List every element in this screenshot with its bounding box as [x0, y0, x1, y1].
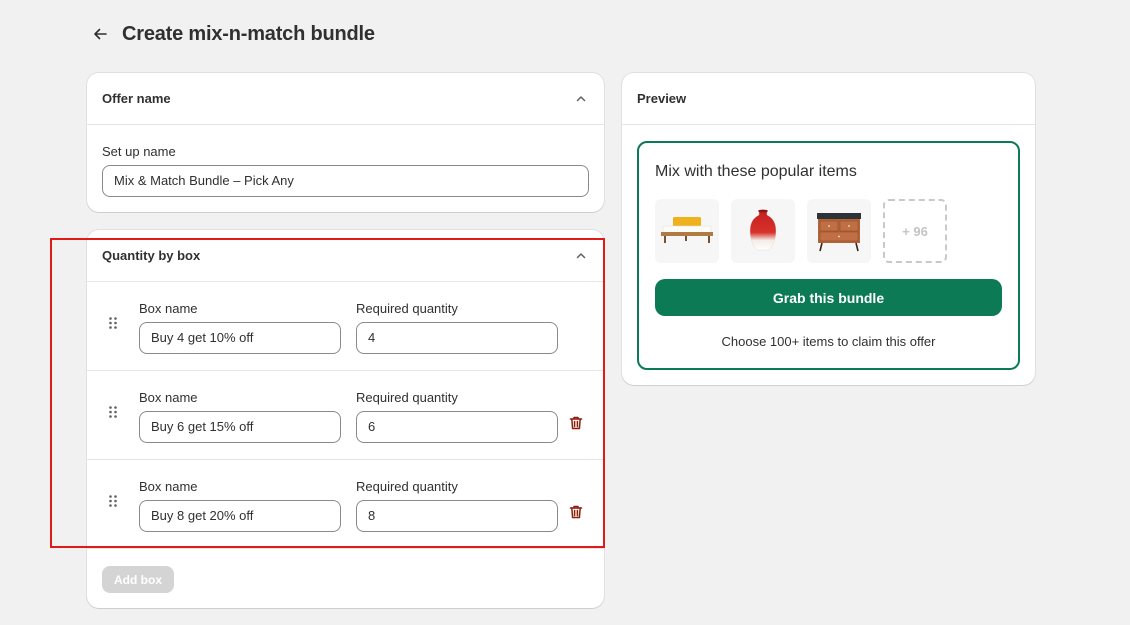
preview-card: Preview Mix with these popular items + 9…: [622, 73, 1035, 385]
quantity-card-title: Quantity by box: [102, 248, 201, 263]
drag-handle-icon[interactable]: [108, 405, 118, 419]
page-header: Create mix-n-match bundle: [88, 18, 375, 50]
required-quantity-label: Required quantity: [356, 479, 458, 494]
bundle-preview-widget: Mix with these popular items + 96 Grab t…: [637, 141, 1020, 370]
box-row: Box name Buy 6 get 15% off Required quan…: [87, 371, 604, 460]
box-name-label: Box name: [139, 301, 198, 316]
required-quantity-label: Required quantity: [356, 390, 458, 405]
add-box-button[interactable]: Add box: [102, 566, 174, 593]
box-name-label: Box name: [139, 479, 198, 494]
offer-name-card: Offer name Set up name Mix & Match Bundl…: [87, 73, 604, 212]
required-quantity-input[interactable]: 8: [356, 500, 558, 532]
offer-name-card-title: Offer name: [102, 91, 171, 106]
chevron-up-icon[interactable]: [573, 248, 589, 264]
preview-card-title: Preview: [637, 91, 687, 106]
preview-card-header: Preview: [622, 73, 1035, 125]
delete-box-trash-icon[interactable]: [568, 415, 584, 431]
vase-image: [731, 199, 795, 263]
delete-box-trash-icon[interactable]: [568, 504, 584, 520]
preview-note: Choose 100+ items to claim this offer: [721, 334, 936, 349]
offer-name-label: Set up name: [102, 144, 176, 159]
box-name-input[interactable]: Buy 6 get 15% off: [139, 411, 341, 443]
box-row: Box name Buy 8 get 20% off Required quan…: [87, 460, 604, 549]
offer-name-input[interactable]: Mix & Match Bundle – Pick Any: [102, 165, 589, 197]
box-name-label: Box name: [139, 390, 198, 405]
offer-name-card-header[interactable]: Offer name: [87, 73, 604, 125]
required-quantity-input[interactable]: 6: [356, 411, 558, 443]
quantity-by-box-card: Quantity by box Box name Buy 4 get 10% o…: [87, 230, 604, 608]
required-quantity-input[interactable]: 4: [356, 322, 558, 354]
box-name-input[interactable]: Buy 4 get 10% off: [139, 322, 341, 354]
grab-bundle-button[interactable]: Grab this bundle: [655, 279, 1002, 316]
chevron-up-icon[interactable]: [573, 91, 589, 107]
page-title: Create mix-n-match bundle: [122, 22, 375, 45]
back-arrow-icon[interactable]: [88, 22, 112, 46]
drag-handle-icon[interactable]: [108, 494, 118, 508]
bed-image: [655, 199, 719, 263]
preview-heading: Mix with these popular items: [655, 163, 857, 180]
dresser-image: [807, 199, 871, 263]
required-quantity-label: Required quantity: [356, 301, 458, 316]
box-row: Box name Buy 4 get 10% off Required quan…: [87, 282, 604, 371]
drag-handle-icon[interactable]: [108, 316, 118, 330]
quantity-card-header[interactable]: Quantity by box: [87, 230, 604, 282]
box-name-input[interactable]: Buy 8 get 20% off: [139, 500, 341, 532]
more-items-badge: + 96: [883, 199, 947, 263]
